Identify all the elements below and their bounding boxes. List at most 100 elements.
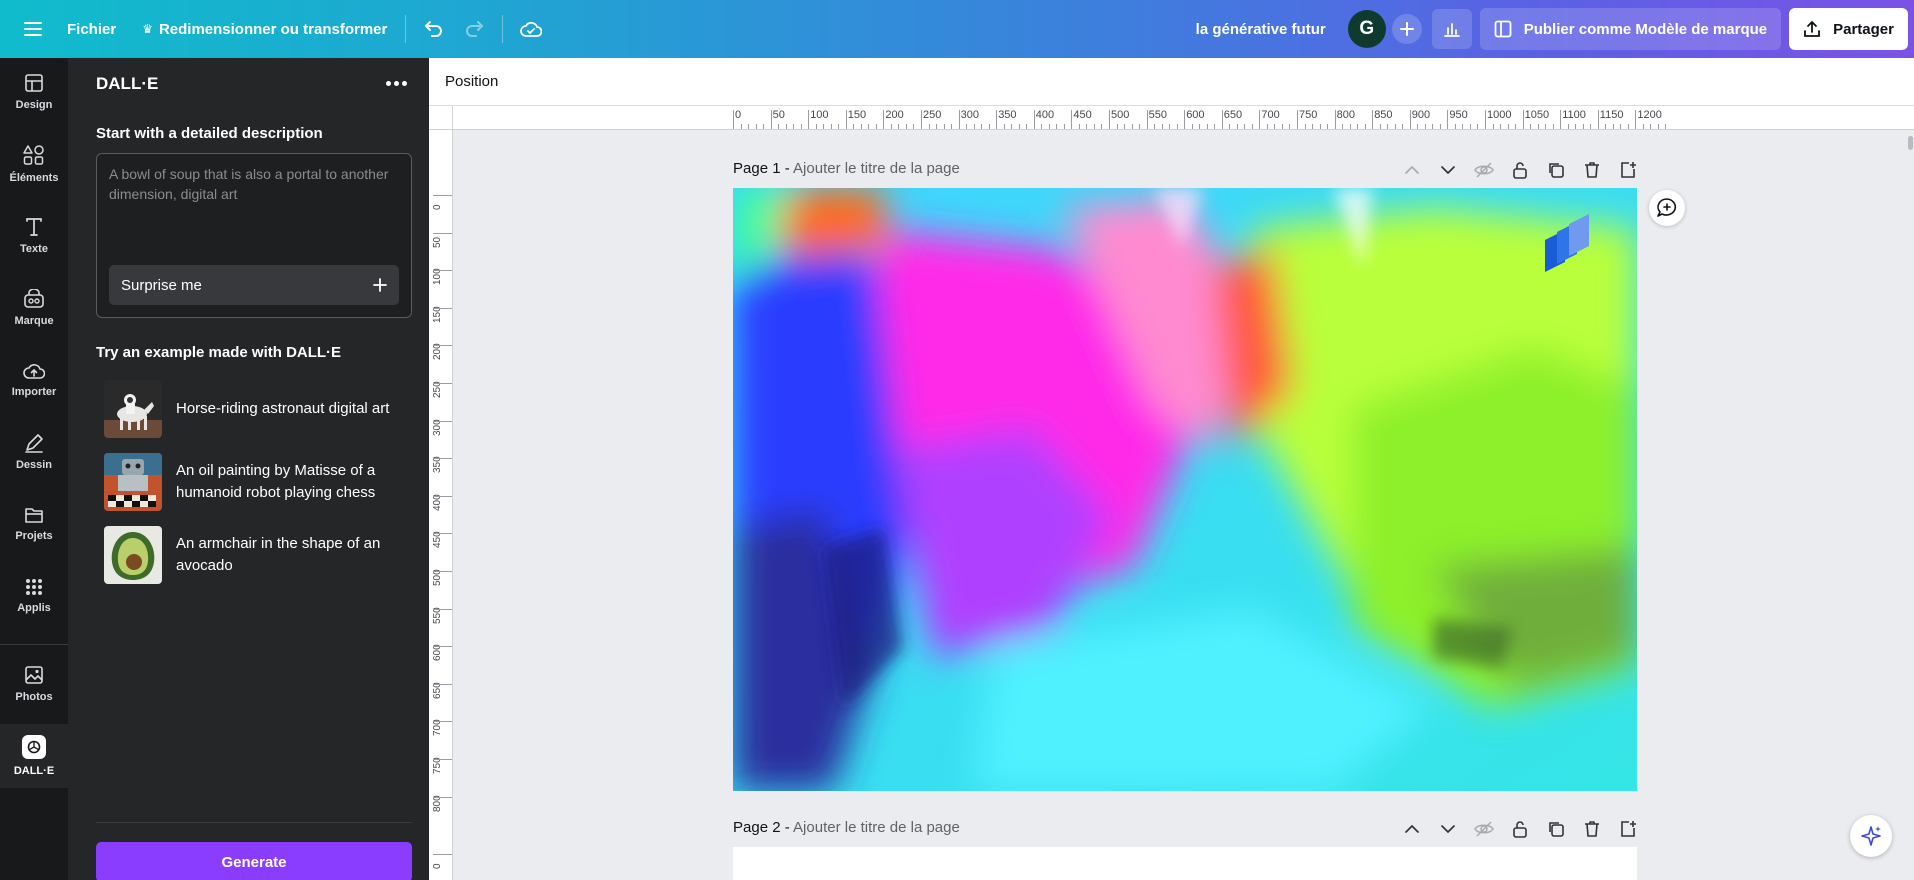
rail-item-photos[interactable]: Photos (0, 652, 68, 716)
ruler-minor-tick (1266, 124, 1268, 129)
prompt-input[interactable] (109, 164, 399, 236)
main-menu-button[interactable] (13, 9, 53, 49)
page-2-canvas[interactable] (733, 847, 1637, 880)
invite-button[interactable] (1391, 14, 1422, 44)
ruler-minor-tick (1169, 124, 1171, 129)
ruler-label: 500 (1111, 109, 1130, 121)
ruler-tick (433, 458, 452, 460)
cloud-save-status[interactable] (511, 9, 551, 49)
ruler-minor-tick (1191, 124, 1193, 129)
ruler-tick (770, 110, 772, 129)
example-item[interactable]: Horse-riding astronaut digital art (104, 379, 404, 439)
ruler-minor-tick (1003, 124, 1005, 129)
rail-item-apps[interactable]: Applis (0, 564, 68, 628)
ruler-minor-tick (1500, 124, 1502, 129)
page-1-canvas[interactable] (733, 188, 1637, 791)
ruler-minor-tick (1515, 124, 1517, 129)
image-icon (25, 666, 43, 684)
rail-item-elements[interactable]: Éléments (0, 132, 68, 196)
generate-button[interactable]: Generate (96, 842, 412, 880)
redo-icon (466, 21, 484, 37)
avatar[interactable]: G (1347, 10, 1386, 48)
duplicate-page-button[interactable] (1540, 815, 1572, 843)
chevron-down-icon (1441, 166, 1455, 174)
undo-button[interactable] (414, 9, 454, 49)
hide-page-button[interactable] (1468, 815, 1500, 843)
ruler-minor-tick (890, 124, 892, 129)
publish-brand-template-button[interactable]: Publier comme Modèle de marque (1479, 8, 1782, 50)
move-page-up-button[interactable] (1396, 156, 1428, 184)
delete-page-button[interactable] (1576, 815, 1608, 843)
ruler-minor-tick (1394, 124, 1396, 129)
move-page-down-button[interactable] (1432, 815, 1464, 843)
trash-icon (1585, 162, 1599, 178)
vertical-ruler[interactable]: 0 50 100 150 200 250 300 350 400 450 500 550 600 650 7… (429, 130, 453, 880)
ruler-tick (433, 721, 452, 723)
rail-item-projects[interactable]: Projets (0, 492, 68, 556)
abstract-artwork-image[interactable] (733, 188, 1637, 791)
undo-icon (425, 21, 443, 37)
rail-item-upload[interactable]: Importer (0, 348, 68, 412)
template-icon (1494, 20, 1512, 38)
duplicate-page-button[interactable] (1540, 156, 1572, 184)
ruler-tick (1221, 110, 1223, 129)
move-page-up-button[interactable] (1396, 815, 1428, 843)
page-label: Page 2 - (733, 819, 794, 836)
ruler-minor-tick (1018, 124, 1020, 129)
rail-item-brand[interactable]: Marque (0, 276, 68, 340)
ruler-label: 550 (1148, 109, 1167, 121)
example-item[interactable]: An armchair in the shape of an avocado (104, 525, 404, 585)
ruler-label: 0 (735, 109, 742, 121)
lock-page-button[interactable] (1504, 815, 1536, 843)
move-page-down-button[interactable] (1432, 156, 1464, 184)
add-page-button[interactable] (1612, 156, 1644, 184)
ruler-label: 200 (885, 109, 904, 121)
add-comment-button[interactable] (1649, 190, 1685, 226)
page-label: Page 1 - (733, 160, 794, 177)
ruler-tick (1146, 110, 1148, 129)
file-menu-button[interactable]: Fichier (57, 9, 126, 49)
surprise-me-button[interactable]: Surprise me (109, 265, 399, 305)
cloud-upload-icon (23, 364, 45, 379)
add-page-icon (1621, 162, 1636, 178)
ruler-minor-tick (1642, 124, 1644, 129)
ruler-label: 450 (1073, 109, 1092, 121)
ruler-minor-tick (1552, 124, 1554, 129)
ruler-minor-tick (1387, 124, 1389, 129)
more-options-button[interactable] (380, 70, 412, 96)
rail-label: Importer (11, 386, 57, 398)
duplicate-icon (1549, 822, 1564, 837)
rail-item-text[interactable]: Texte (0, 204, 68, 268)
delete-page-button[interactable] (1576, 156, 1608, 184)
resize-button[interactable]: ♛ Redimensionner ou transformer (132, 9, 397, 49)
page-title-input[interactable]: Ajouter le titre de la page (793, 160, 960, 177)
ruler-minor-tick (1462, 124, 1464, 129)
rail-label: Marque (14, 315, 54, 327)
rail-item-draw[interactable]: Dessin (0, 420, 68, 484)
lock-icon (1513, 162, 1527, 179)
rail-item-design[interactable]: Design (0, 60, 68, 124)
magic-assistant-button[interactable] (1850, 815, 1892, 857)
insights-button[interactable] (1431, 9, 1472, 49)
page-2-tools (1396, 815, 1644, 843)
ruler-minor-tick (1417, 124, 1419, 129)
redo-button[interactable] (454, 9, 494, 49)
ruler-tick (1522, 110, 1524, 129)
brand-icon (24, 289, 44, 308)
hide-page-button[interactable] (1468, 156, 1500, 184)
page-title-input[interactable]: Ajouter le titre de la page (793, 819, 960, 836)
ruler-tick (1485, 110, 1486, 129)
rail-item-dalle[interactable]: DALL·E (0, 724, 68, 788)
ruler-minor-tick (875, 124, 877, 129)
canvas-scrollbar[interactable] (1908, 136, 1913, 150)
add-page-button[interactable] (1612, 815, 1644, 843)
file-menu-label: Fichier (67, 20, 117, 38)
horizontal-ruler[interactable]: 0 50 100 150 200 250 300 350 400 450 500 550 600 650 7… (453, 106, 1914, 130)
ruler-minor-tick (793, 124, 795, 129)
chevron-up-icon (1405, 166, 1419, 174)
position-button[interactable]: Position (445, 73, 498, 90)
lock-page-button[interactable] (1504, 156, 1536, 184)
document-title[interactable]: la générative futur (1186, 21, 1336, 38)
example-item[interactable]: An oil painting by Matisse of a humanoid… (104, 452, 404, 512)
share-button[interactable]: Partager (1789, 8, 1908, 50)
